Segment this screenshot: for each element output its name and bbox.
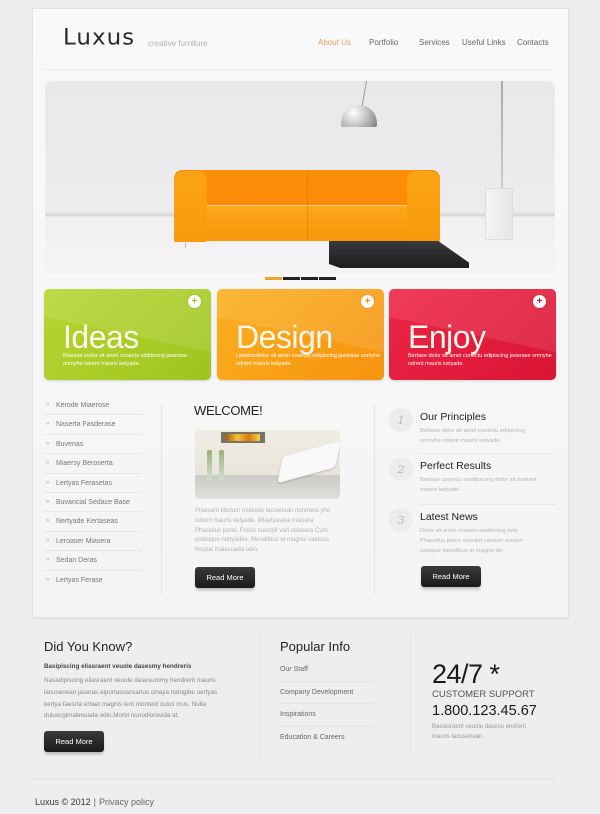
bullet-icon: » — [46, 557, 50, 564]
number-badge: 2 — [389, 457, 413, 481]
bullet-icon: » — [46, 402, 50, 408]
bullet-icon: » — [46, 440, 50, 447]
column-divider — [374, 405, 375, 595]
slider-dot-3[interactable] — [301, 277, 318, 280]
vase — [207, 450, 212, 480]
sidebar-link[interactable]: » Nertyade Kertaseas — [44, 512, 142, 532]
feature-text: Lasetrasdolor sit amet conectu edipiscin… — [236, 353, 381, 367]
support-text: Basiasraent veuole dasesu endrerit mauri… — [432, 724, 527, 740]
nav-contacts[interactable]: Contacts — [517, 38, 549, 47]
fire — [226, 434, 260, 441]
footer-separator: | — [93, 797, 97, 807]
copyright: Luxus © 2012 — [35, 797, 91, 807]
slider-dot-2[interactable] — [283, 277, 300, 280]
bullet-icon: » — [46, 576, 50, 583]
sidebar-link-list: » Kerode Miaerose » Naserta Fasderase » Buv… — [44, 396, 142, 590]
plus-circle-icon[interactable]: + — [188, 295, 201, 308]
nav-about-us[interactable]: About Us — [318, 38, 351, 47]
did-you-know-title: Did You Know? — [44, 639, 133, 654]
bullet-icon: » — [46, 537, 50, 544]
popular-info-link[interactable]: Company Development — [280, 682, 375, 705]
support-hours: 24/7 * — [432, 659, 500, 689]
bullet-icon: » — [46, 479, 50, 486]
popular-info-link[interactable]: Education & Careers — [280, 727, 375, 750]
sidebar-link[interactable]: » Leroaser Miasera — [44, 532, 142, 552]
sofa-leg — [185, 241, 186, 248]
plus-circle-icon[interactable]: + — [533, 295, 546, 308]
lamp-stem — [501, 81, 503, 189]
support-label: CUSTOMER SUPPORT — [432, 689, 535, 700]
welcome-text: Praesent tibulum molestie lacuenean nonm… — [195, 508, 331, 554]
sofa-arm-left — [174, 171, 207, 242]
popular-info-list: Our Staff Company Development Inspiratio… — [280, 659, 375, 749]
principle-divider — [420, 504, 555, 505]
bullet-icon: » — [46, 518, 50, 525]
column-divider — [161, 405, 162, 595]
lamp-shade — [341, 105, 377, 127]
lounge-chair — [277, 440, 340, 484]
feature-enjoy[interactable]: + Enjoy Bertase dolor sit amet conectu e… — [389, 289, 556, 380]
nav-services[interactable]: Services — [419, 38, 450, 47]
welcome-title: WELCOME! — [194, 403, 263, 418]
feature-ideas[interactable]: + Ideas Maseas vrolor sit amet conectu s… — [44, 289, 211, 380]
slider-dot-1[interactable] — [265, 277, 282, 280]
principle-text: Bertase conectu eradipecing dolor sit on… — [420, 477, 537, 493]
vase — [219, 450, 224, 480]
nav-useful-links[interactable]: Useful Links — [462, 38, 506, 47]
sofa-arm-right — [407, 171, 440, 242]
welcome-read-more-button[interactable]: Read More — [195, 567, 255, 588]
sofa-seam — [307, 171, 308, 241]
sidebar-link[interactable]: » Lertyas Ferase — [44, 571, 142, 590]
principle-title[interactable]: Perfect Results — [420, 460, 491, 472]
sidebar-link[interactable]: » Kerode Miaerose — [44, 396, 142, 416]
feature-text: Bertase dolor sit amet conectu edipiscin… — [408, 353, 552, 367]
sidebar-link[interactable]: » Lertyas Ferasetas — [44, 474, 142, 493]
principles-read-more-button[interactable]: Read More — [421, 566, 481, 587]
sidebar-link[interactable]: » Naserta Fasderase — [44, 415, 142, 435]
feature-design[interactable]: + Design Lasetrasdolor sit amet conectu … — [217, 289, 384, 380]
principle-divider — [420, 453, 555, 454]
support-phone[interactable]: 1.800.123.45.67 — [432, 703, 537, 719]
popular-info-link[interactable]: Our Staff — [280, 659, 375, 682]
slider-pagination — [265, 277, 336, 280]
popular-info-title: Popular Info — [280, 639, 351, 654]
logo[interactable]: Luxus — [63, 26, 135, 51]
sidebar-link[interactable]: » Buvenas — [44, 435, 142, 455]
plus-circle-icon[interactable]: + — [361, 295, 374, 308]
sidebar-link[interactable]: » Buvancial Sedace Base — [44, 493, 142, 513]
number-badge: 1 — [389, 408, 413, 432]
bullet-icon: » — [46, 460, 50, 467]
number-badge: 3 — [389, 508, 413, 532]
sidebar-link[interactable]: » Sedan Deras — [44, 551, 142, 571]
feature-text: Maseas vrolor sit amet conectu sdipiscin… — [63, 353, 188, 367]
principle-title[interactable]: Latest News — [420, 511, 478, 523]
column-divider — [410, 633, 411, 758]
did-you-know-read-more-button[interactable]: Read More — [44, 731, 104, 752]
footer: Luxus © 2012 | Privacy policy — [35, 797, 154, 807]
did-you-know-lead: Basipiscing eliasraent veuole dasesmy he… — [44, 663, 192, 670]
principle-text: Dolor sit amet conectu eradiscing kety P… — [420, 528, 524, 554]
lamp-base — [485, 188, 513, 240]
bullet-icon: » — [46, 421, 50, 428]
coffee-table — [329, 241, 469, 268]
nav-portfolio[interactable]: Portfolio — [369, 38, 398, 47]
feature-title: Ideas — [63, 319, 139, 355]
welcome-image — [195, 430, 340, 499]
privacy-policy-link[interactable]: Privacy policy — [99, 797, 154, 807]
column-divider — [259, 633, 260, 758]
sidebar-link[interactable]: » Miaersy Beroserta — [44, 454, 142, 474]
feature-title: Design — [236, 319, 333, 355]
bullet-icon: » — [46, 498, 50, 505]
footer-divider — [32, 778, 557, 779]
did-you-know-text: Nasadipiscing eliasraent veuole dasesumm… — [44, 677, 218, 720]
slider-dot-4[interactable] — [319, 277, 336, 280]
principle-title[interactable]: Our Principles — [420, 411, 486, 423]
header-divider — [44, 69, 554, 70]
principle-text: Bertase dolor sit amet conectu edipecing… — [420, 428, 525, 444]
feature-title: Enjoy — [408, 319, 486, 355]
popular-info-link[interactable]: Inspirations — [280, 704, 375, 727]
tagline: creative furniture — [148, 39, 208, 48]
hero-slider-image[interactable] — [45, 81, 555, 273]
lamp-cord — [361, 81, 367, 107]
